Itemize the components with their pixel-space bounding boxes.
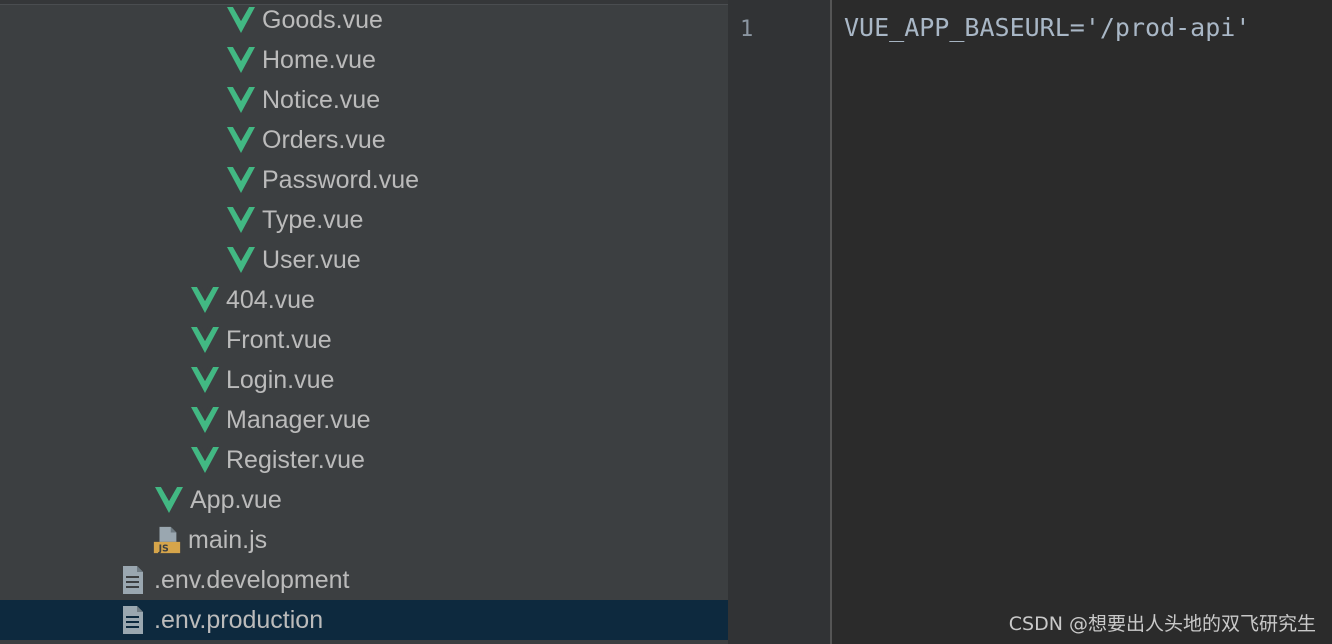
tree-item-label: Notice.vue — [262, 86, 381, 114]
vue-file-icon — [226, 205, 256, 235]
tree-item-register-vue[interactable]: Register.vue — [0, 440, 728, 480]
vue-file-icon — [226, 45, 256, 75]
tree-item-home-vue[interactable]: Home.vue — [0, 40, 728, 80]
vue-file-icon — [190, 365, 220, 395]
tree-item-user-vue[interactable]: User.vue — [0, 240, 728, 280]
code-line[interactable]: VUE_APP_BASEURL='/prod-api' — [844, 10, 1250, 46]
tree-item-password-vue[interactable]: Password.vue — [0, 160, 728, 200]
tree-item-front-vue[interactable]: Front.vue — [0, 320, 728, 360]
code-editor[interactable]: 1 VUE_APP_BASEURL='/prod-api' — [732, 0, 1332, 644]
tree-item-env-production[interactable]: .env.production — [0, 600, 728, 640]
watermark: CSDN @想要出人头地的双飞研究生 — [1008, 613, 1316, 635]
tree-item-label: Front.vue — [226, 326, 332, 354]
tree-item-label: App.vue — [190, 486, 282, 514]
vue-file-icon — [190, 325, 220, 355]
tree-item-label: Goods.vue — [262, 6, 383, 34]
line-number: 1 — [740, 17, 754, 42]
tree-item-type-vue[interactable]: Type.vue — [0, 200, 728, 240]
vue-file-icon — [226, 245, 256, 275]
tree-item-label: Manager.vue — [226, 406, 371, 434]
vue-file-icon — [226, 85, 256, 115]
vue-file-icon — [190, 285, 220, 315]
js-file-icon: JS — [152, 525, 182, 555]
tree-item-app-vue[interactable]: App.vue — [0, 480, 728, 520]
vue-file-icon — [190, 445, 220, 475]
tree-item-env-development[interactable]: .env.development — [0, 560, 728, 600]
project-tree-panel: Goods.vue Home.vue Notice.vue Orders.vue… — [0, 0, 728, 644]
vue-file-icon — [226, 165, 256, 195]
svg-text:JS: JS — [158, 543, 169, 554]
vue-file-icon — [190, 405, 220, 435]
tree-item-label: Home.vue — [262, 46, 376, 74]
tree-item-label: .env.development — [154, 566, 350, 594]
tree-item-manager-vue[interactable]: Manager.vue — [0, 400, 728, 440]
tree-item-label: Type.vue — [262, 206, 364, 234]
tree-item-notice-vue[interactable]: Notice.vue — [0, 80, 728, 120]
tree-item-label: Orders.vue — [262, 126, 386, 154]
line-number-gutter: 1 — [732, 0, 830, 644]
gutter-divider — [830, 0, 832, 644]
tree-item-label: Register.vue — [226, 446, 365, 474]
text-file-icon — [118, 605, 148, 635]
text-file-icon — [118, 565, 148, 595]
tree-item-label: 404.vue — [226, 286, 315, 314]
tree-item-main-js[interactable]: JS main.js — [0, 520, 728, 560]
tree-item-login-vue[interactable]: Login.vue — [0, 360, 728, 400]
tree-item-label: .env.production — [154, 606, 324, 634]
tree-item-label: main.js — [188, 526, 268, 554]
tree-item-label: User.vue — [262, 246, 361, 274]
tree-item-label: Login.vue — [226, 366, 335, 394]
tree-item-orders-vue[interactable]: Orders.vue — [0, 120, 728, 160]
vue-file-icon — [226, 125, 256, 155]
tree-item-404-vue[interactable]: 404.vue — [0, 280, 728, 320]
tree-item-label: Password.vue — [262, 166, 420, 194]
tree-item-goods-vue[interactable]: Goods.vue — [0, 0, 728, 40]
vue-file-icon — [226, 5, 256, 35]
vue-file-icon — [154, 485, 184, 515]
